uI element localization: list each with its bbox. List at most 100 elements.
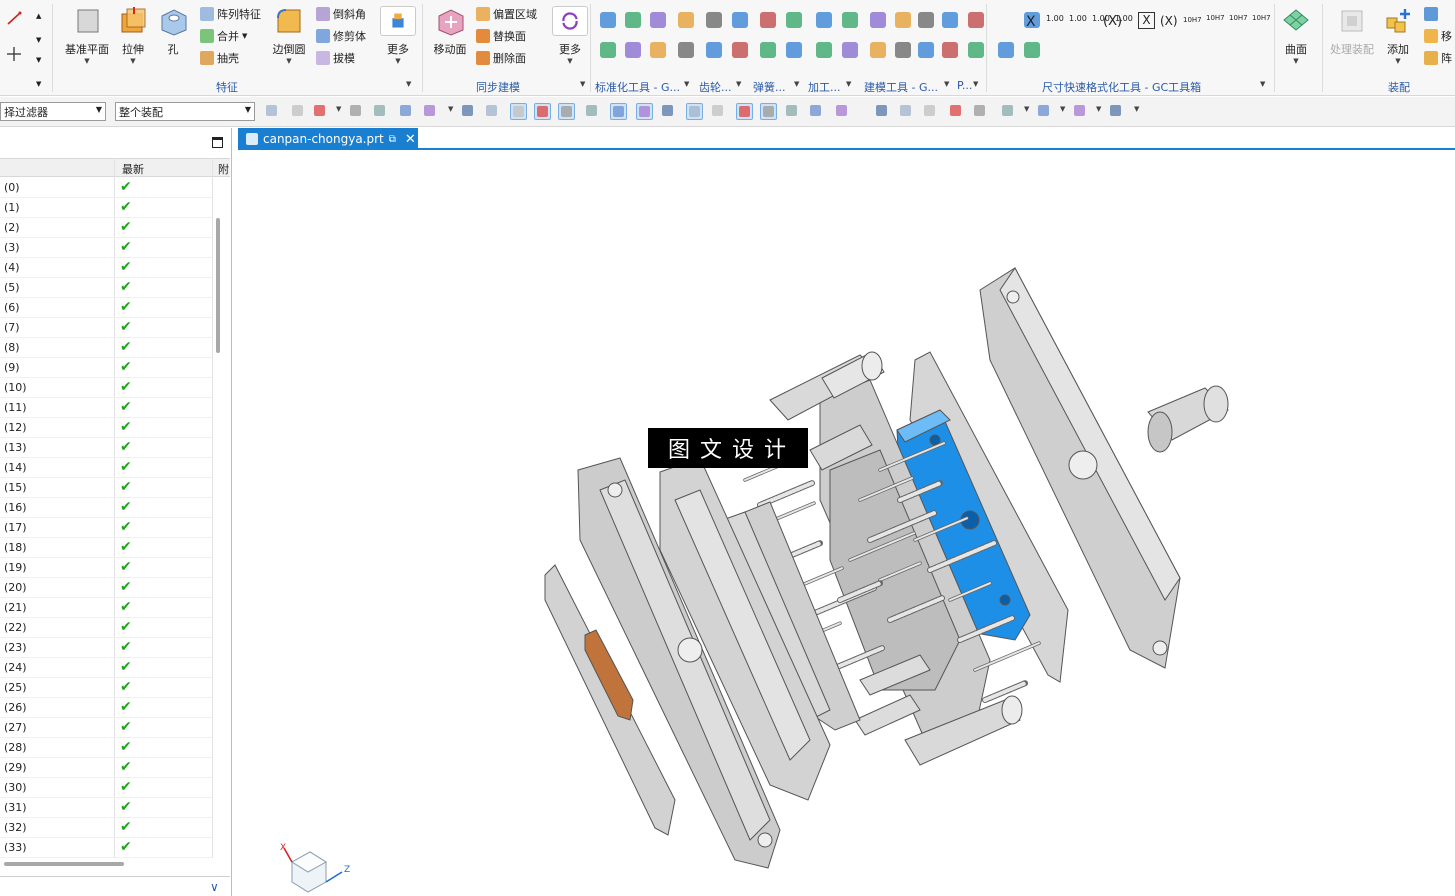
table-row[interactable]: (10) ✔ <box>0 378 212 398</box>
snap-tool-icon[interactable] <box>636 103 653 120</box>
tool-icon[interactable] <box>918 42 934 58</box>
tool-icon[interactable] <box>998 42 1014 58</box>
table-row[interactable]: (11) ✔ <box>0 398 212 418</box>
column-latest[interactable]: 最新 <box>122 161 144 177</box>
chamfer-button[interactable]: 倒斜角 <box>316 4 366 24</box>
snap-tool-icon[interactable] <box>1036 103 1053 120</box>
hole-button[interactable]: 孔 <box>158 6 188 57</box>
chevron-down-icon[interactable]: ▼ <box>1060 105 1065 113</box>
gear-label[interactable]: 齿轮... <box>699 79 732 95</box>
tool-icon[interactable] <box>842 12 858 28</box>
tool-icon[interactable] <box>816 42 832 58</box>
move-component-button[interactable] <box>1424 4 1438 24</box>
pin-icon[interactable]: ⧉ <box>389 134 396 145</box>
snap-tool-icon[interactable] <box>510 103 527 120</box>
maximize-icon[interactable] <box>212 137 223 148</box>
tool-icon[interactable] <box>625 42 641 58</box>
p-tools-label[interactable]: P... <box>957 79 972 92</box>
group-caret[interactable]: ▼ <box>944 80 949 88</box>
group-caret[interactable]: ▼ <box>406 80 411 88</box>
scroll-up-icon[interactable]: ▲ <box>36 12 41 20</box>
tool-icon[interactable] <box>870 12 886 28</box>
chevron-down-icon[interactable]: ▼ <box>1096 105 1101 113</box>
chevron-down-icon[interactable]: ▼ <box>448 105 453 113</box>
chevron-down-icon[interactable]: ∨ <box>210 880 219 894</box>
table-row[interactable]: (16) ✔ <box>0 498 212 518</box>
tool-icon[interactable] <box>706 42 722 58</box>
table-row[interactable]: (20) ✔ <box>0 578 212 598</box>
column-extra[interactable]: 附 <box>218 161 229 177</box>
tool-icon[interactable] <box>816 12 832 28</box>
snap-tool-icon[interactable] <box>1108 103 1125 120</box>
tool-icon[interactable] <box>942 12 958 28</box>
table-row[interactable]: (31) ✔ <box>0 798 212 818</box>
snap-tool-icon[interactable] <box>784 103 801 120</box>
table-row[interactable]: (8) ✔ <box>0 338 212 358</box>
dim-x-box-button[interactable]: X <box>1138 12 1155 29</box>
spring[interactable] <box>757 480 815 508</box>
tool-icon[interactable] <box>870 42 886 58</box>
table-row[interactable]: (1) ✔ <box>0 198 212 218</box>
snap-tool-icon[interactable] <box>534 103 551 120</box>
line-sketch-icon[interactable] <box>6 10 22 26</box>
table-row[interactable]: (9) ✔ <box>0 358 212 378</box>
add-component-button[interactable]: 添加 ▼ <box>1382 6 1414 65</box>
dim-value-button[interactable]: 1.00 <box>1046 14 1064 23</box>
spring-label[interactable]: 弹簧... <box>753 79 786 95</box>
snap-tool-icon[interactable] <box>312 103 329 120</box>
group-caret[interactable]: ▼ <box>973 80 978 88</box>
snap-tool-icon[interactable] <box>1000 103 1017 120</box>
group-caret[interactable]: ▼ <box>736 80 741 88</box>
table-row[interactable]: (32) ✔ <box>0 818 212 838</box>
unite-button[interactable]: 合并 ▼ <box>200 26 247 46</box>
graphics-viewport[interactable]: 图文设计 X Z <box>238 152 1455 896</box>
group-caret[interactable]: ▼ <box>846 80 851 88</box>
pattern-feature-button[interactable]: 阵列特征 <box>200 4 261 24</box>
group-caret[interactable]: ▼ <box>36 80 41 88</box>
array-component-button[interactable]: 阵 <box>1424 48 1452 68</box>
tool-icon[interactable] <box>678 12 694 28</box>
chevron-down-icon[interactable]: ▼ <box>336 105 341 113</box>
spring[interactable] <box>982 680 1028 703</box>
dim-fit-button[interactable]: 10H7 <box>1252 14 1271 22</box>
vertical-scrollbar[interactable] <box>216 218 220 353</box>
snap-tool-icon[interactable] <box>736 103 753 120</box>
chevron-down-icon[interactable]: ▼ <box>1134 105 1139 113</box>
table-row[interactable]: (13) ✔ <box>0 438 212 458</box>
table-row[interactable]: (12) ✔ <box>0 418 212 438</box>
tool-icon[interactable] <box>786 12 802 28</box>
tool-icon[interactable] <box>600 42 616 58</box>
table-row[interactable]: (14) ✔ <box>0 458 212 478</box>
move-component-short-button[interactable]: 移 <box>1424 26 1452 46</box>
snap-tool-icon[interactable] <box>398 103 415 120</box>
tool-icon[interactable] <box>786 42 802 58</box>
table-row[interactable]: (24) ✔ <box>0 658 212 678</box>
snap-tool-icon[interactable] <box>834 103 851 120</box>
tool-icon[interactable] <box>625 12 641 28</box>
exploded-die-assembly[interactable] <box>238 152 1455 896</box>
view-triad-icon[interactable]: X Z <box>276 842 356 896</box>
table-row[interactable]: (29) ✔ <box>0 758 212 778</box>
table-row[interactable]: (2) ✔ <box>0 218 212 238</box>
move-face-button[interactable]: 移动面 <box>430 6 470 57</box>
snap-tool-icon[interactable] <box>808 103 825 120</box>
tool-icon[interactable] <box>760 12 776 28</box>
datum-plane-button[interactable]: 基准平面 ▼ <box>62 6 112 65</box>
tool-icon[interactable] <box>760 42 776 58</box>
snap-tool-icon[interactable] <box>372 103 389 120</box>
table-row[interactable]: (3) ✔ <box>0 238 212 258</box>
chevron-down-icon[interactable]: ▼ <box>1024 105 1029 113</box>
replace-face-button[interactable]: 替换面 <box>476 26 526 46</box>
snap-tool-icon[interactable] <box>348 103 365 120</box>
snap-tool-icon[interactable] <box>898 103 915 120</box>
snap-tool-icon[interactable] <box>610 103 627 120</box>
close-icon[interactable]: ✕ <box>405 132 416 147</box>
snap-tool-icon[interactable] <box>290 103 307 120</box>
tool-icon[interactable] <box>968 42 984 58</box>
snap-tool-icon[interactable] <box>1072 103 1089 120</box>
tool-icon[interactable] <box>732 12 748 28</box>
snap-tool-icon[interactable] <box>660 103 677 120</box>
surface-button[interactable]: 曲面 ▼ <box>1278 6 1314 65</box>
dim-value-button[interactable]: 1.00 <box>1069 14 1087 23</box>
tool-icon[interactable] <box>895 12 911 28</box>
